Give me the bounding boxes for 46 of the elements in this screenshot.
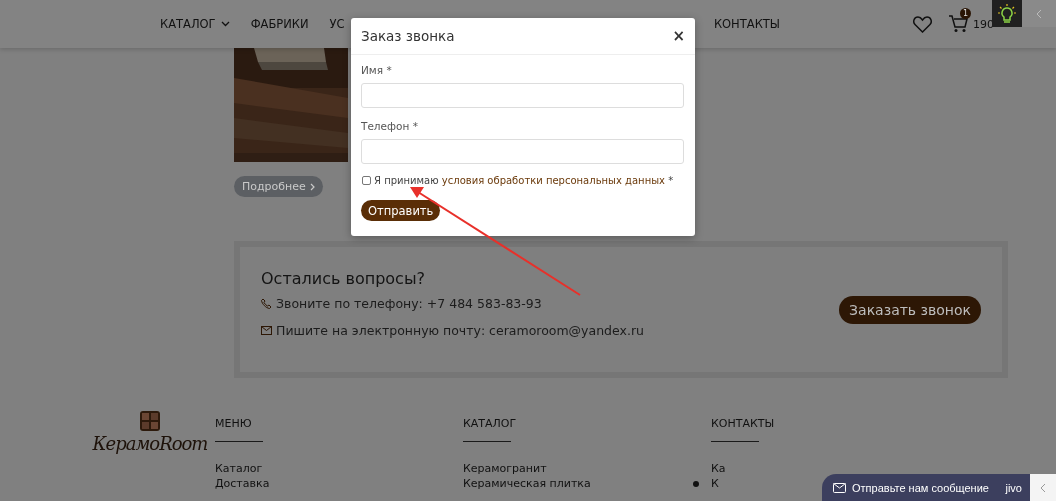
lightbulb-icon[interactable]: [997, 2, 1017, 25]
nav-link[interactable]: КОНТАКТЫ: [713, 17, 780, 31]
section-title: Остались вопросы?: [261, 269, 426, 288]
chevron-left-icon: [1036, 8, 1042, 19]
cart-count-badge: 1: [960, 8, 971, 19]
consent-text: Я принимаю: [374, 175, 439, 186]
logo-icon: [139, 410, 161, 432]
footer-heading: КОНТАКТЫ: [711, 417, 775, 430]
field-label: Имя *: [361, 64, 393, 76]
chevron-left-icon[interactable]: [1040, 482, 1046, 493]
footer-link[interactable]: К: [711, 476, 719, 491]
chevron-right-icon: [309, 182, 315, 191]
nav-link[interactable]: УС: [329, 17, 345, 31]
footer-heading: МЕНЮ: [215, 417, 252, 430]
required-mark: *: [668, 175, 674, 186]
chat-label: Отправьте нам сообщение: [852, 481, 989, 494]
order-call-button[interactable]: Заказать звонок: [839, 295, 981, 324]
input-field[interactable]: [361, 139, 684, 164]
chat-brand: jivo: [1005, 481, 1022, 494]
bullet-icon: [693, 480, 699, 487]
consent-checkbox[interactable]: [362, 176, 371, 185]
footer-link[interactable]: Ка: [711, 461, 726, 476]
consent-link[interactable]: условия обработки персональных данных: [441, 175, 665, 186]
phone-text: Звоните по телефону: +7 484 583-83-93: [276, 296, 542, 311]
envelope-icon: [261, 326, 272, 335]
envelope-icon: [833, 482, 846, 493]
email-text: Пишите на электронную почту: ceramoroom@yandex.ru: [276, 323, 644, 338]
footer-link[interactable]: Керамогранит: [463, 461, 547, 476]
chat-widget[interactable]: Отправьте нам сообщение jivo: [822, 474, 1030, 501]
submit-button[interactable]: Отправить: [361, 200, 441, 221]
nav-link[interactable]: КАТАЛОГ: [160, 17, 230, 31]
footer-link[interactable]: Доставка: [215, 476, 270, 491]
footer-heading: КАТАЛОГ: [463, 417, 517, 430]
nav-link[interactable]: ФАБРИКИ: [250, 17, 309, 31]
footer-link[interactable]: Каталог: [215, 461, 263, 476]
field-label: Телефон *: [361, 120, 419, 132]
modal-title: Заказ звонка: [361, 28, 455, 44]
logo-text: КерамоRoom: [92, 433, 208, 454]
input-field[interactable]: [361, 83, 684, 108]
chevron-down-icon: [220, 21, 230, 27]
cart-icon[interactable]: [948, 15, 968, 33]
close-button[interactable]: ×: [672, 27, 685, 45]
footer-link[interactable]: Керамическая плитка: [463, 476, 591, 491]
heart-icon[interactable]: [913, 15, 932, 33]
phone-icon: [261, 298, 272, 309]
more-button[interactable]: Подробнее: [234, 176, 323, 197]
